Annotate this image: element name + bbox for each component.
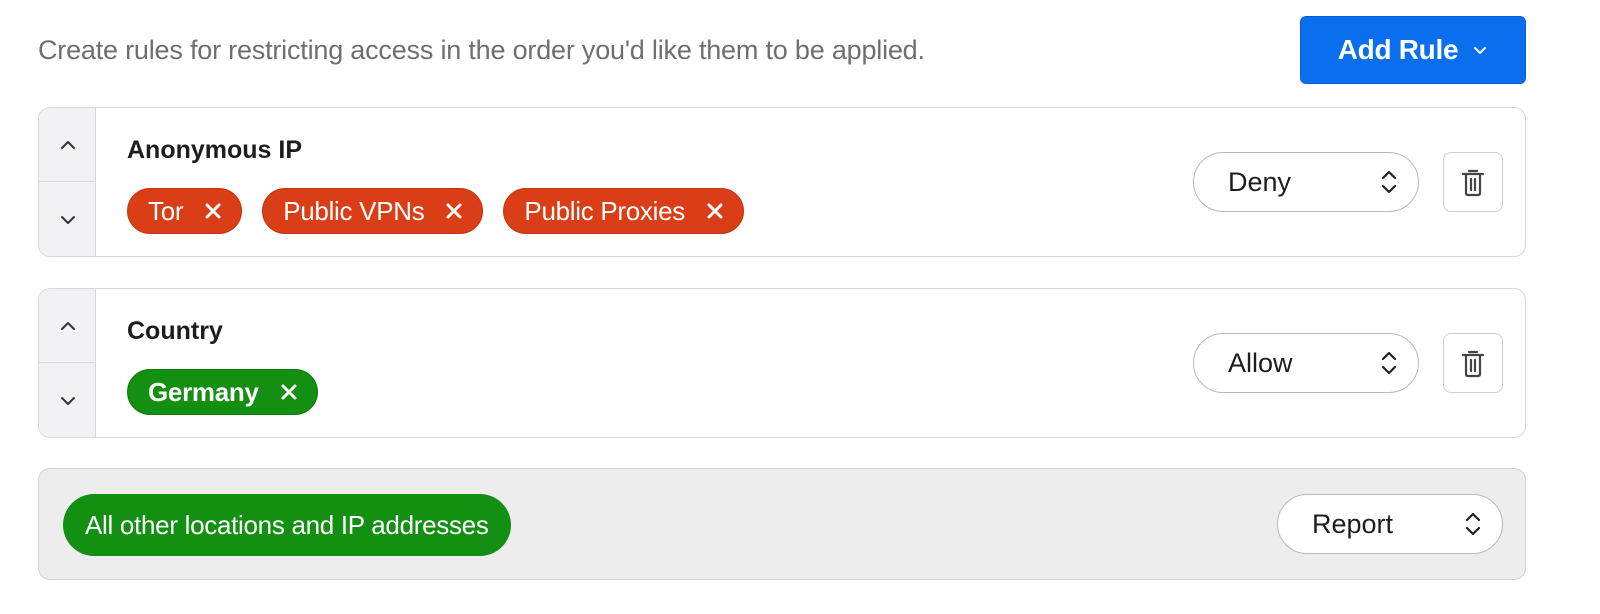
rule-action-value: Deny (1228, 166, 1292, 197)
delete-rule-button[interactable] (1443, 152, 1503, 212)
move-up-button[interactable] (39, 289, 96, 363)
close-icon[interactable] (444, 201, 464, 221)
chip-label: Public Proxies (524, 195, 685, 226)
chip-tor: Tor (127, 188, 243, 234)
add-rule-label: Add Rule (1337, 34, 1459, 65)
chip-label: Public VPNs (283, 195, 425, 226)
trash-icon (1461, 350, 1485, 378)
up-down-chevron-icon (1465, 512, 1481, 536)
rule-action-select[interactable]: Allow (1193, 333, 1419, 393)
default-rule-chip: All other locations and IP addresses (63, 494, 511, 556)
header: Create rules for restricting access in t… (38, 16, 1526, 84)
rule-chips: Tor Public VPNs Public Proxies (127, 188, 744, 234)
chip-public-vpns: Public VPNs (262, 188, 484, 234)
trash-icon (1461, 169, 1485, 197)
chevron-down-icon (1474, 47, 1487, 54)
chip-public-proxies: Public Proxies (503, 188, 744, 234)
default-action-value: Report (1312, 508, 1394, 539)
rule-title: Anonymous IP (127, 136, 303, 164)
default-rule: All other locations and IP addresses Rep… (38, 468, 1526, 580)
chevron-down-icon (60, 397, 75, 405)
up-down-chevron-icon (1381, 170, 1397, 194)
move-down-button[interactable] (39, 363, 96, 437)
close-icon[interactable] (705, 201, 725, 221)
rule-action-select[interactable]: Deny (1193, 152, 1419, 212)
move-down-button[interactable] (39, 182, 96, 256)
rule-action-value: Allow (1228, 347, 1293, 378)
rule-reorder-controls (39, 108, 96, 256)
rule-anonymous-ip: Anonymous IP Tor Public VPNs Public Prox… (38, 107, 1526, 257)
delete-rule-button[interactable] (1443, 333, 1503, 393)
chevron-down-icon (60, 216, 75, 224)
move-up-button[interactable] (39, 108, 96, 182)
close-icon[interactable] (203, 201, 223, 221)
chevron-up-icon (60, 321, 75, 330)
add-rule-button[interactable]: Add Rule (1300, 16, 1526, 84)
rule-title: Country (127, 317, 223, 345)
chevron-up-icon (60, 140, 75, 149)
chip-label: Tor (148, 195, 184, 226)
default-action-select[interactable]: Report (1277, 494, 1503, 554)
rule-chips: Germany (127, 369, 318, 415)
rule-reorder-controls (39, 289, 96, 437)
access-rules-page: Create rules for restricting access in t… (0, 0, 1600, 614)
rules-description: Create rules for restricting access in t… (38, 34, 925, 65)
close-icon[interactable] (279, 382, 299, 402)
chip-germany: Germany (127, 369, 318, 415)
up-down-chevron-icon (1381, 351, 1397, 375)
rule-country: Country Germany Allow (38, 288, 1526, 438)
chip-label: Germany (148, 376, 259, 407)
